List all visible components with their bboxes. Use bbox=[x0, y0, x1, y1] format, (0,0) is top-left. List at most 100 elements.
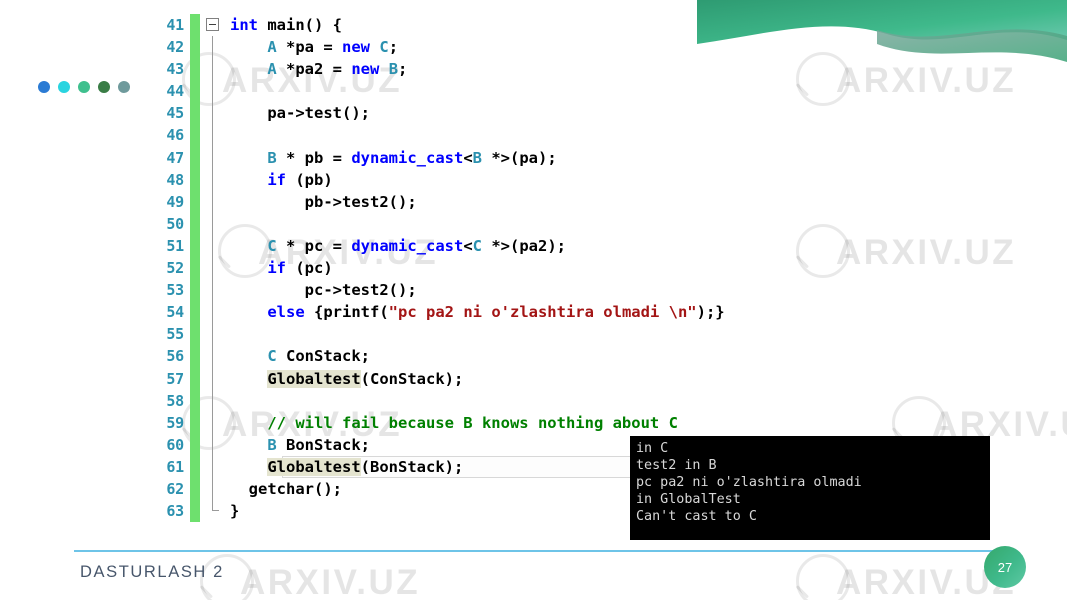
code-fold-column[interactable] bbox=[200, 124, 226, 147]
dot-cyan bbox=[58, 81, 70, 93]
line-number: 54 bbox=[166, 303, 184, 322]
change-indicator-bar bbox=[190, 500, 200, 523]
line-number: 58 bbox=[166, 391, 184, 410]
code-fold-column[interactable] bbox=[200, 36, 226, 59]
change-indicator-bar bbox=[190, 212, 200, 235]
dot-teal bbox=[78, 81, 90, 93]
code-fold-column[interactable] bbox=[200, 301, 226, 324]
code-text[interactable]: Globaltest(ConStack); bbox=[226, 368, 988, 390]
code-fold-column[interactable] bbox=[200, 257, 226, 280]
collapse-minus-icon[interactable] bbox=[206, 18, 219, 31]
change-indicator-bar bbox=[190, 124, 200, 147]
dot-blue bbox=[38, 81, 50, 93]
fold-guide-line bbox=[212, 102, 213, 125]
footer-divider bbox=[74, 550, 994, 552]
code-fold-column[interactable] bbox=[200, 80, 226, 103]
code-fold-column[interactable] bbox=[200, 323, 226, 346]
code-fold-column[interactable] bbox=[200, 455, 226, 478]
decorative-dot-row bbox=[38, 81, 130, 93]
fold-guide-line bbox=[212, 168, 213, 191]
code-line[interactable]: 51 C * pc = dynamic_cast<C *>(pa2); bbox=[148, 234, 988, 258]
code-fold-column[interactable] bbox=[200, 500, 226, 522]
code-line[interactable]: 59 // will fail because B knows nothing … bbox=[148, 411, 988, 434]
code-fold-column[interactable] bbox=[200, 168, 226, 191]
change-indicator-bar bbox=[190, 345, 200, 368]
code-text[interactable]: A *pa = new C; bbox=[226, 36, 988, 58]
code-text[interactable]: if (pc) bbox=[226, 257, 988, 279]
line-number: 45 bbox=[166, 104, 184, 123]
code-text[interactable]: int main() { bbox=[226, 14, 988, 36]
code-line[interactable]: 46 bbox=[148, 124, 988, 147]
fold-guide-line bbox=[212, 279, 213, 302]
code-text[interactable]: C * pc = dynamic_cast<C *>(pa2); bbox=[226, 235, 988, 257]
change-indicator-bar bbox=[190, 102, 200, 125]
magnifier-icon bbox=[790, 552, 852, 600]
code-fold-column[interactable] bbox=[200, 367, 226, 390]
code-line[interactable]: 54 else {printf("pc pa2 ni o'zlashtira o… bbox=[148, 301, 988, 324]
code-text[interactable]: else {printf("pc pa2 ni o'zlashtira olma… bbox=[226, 301, 988, 323]
fold-guide-line bbox=[212, 80, 213, 103]
line-number: 60 bbox=[166, 435, 184, 454]
code-line[interactable]: 50 bbox=[148, 212, 988, 235]
line-number: 51 bbox=[166, 236, 184, 255]
code-text[interactable]: pa->test(); bbox=[226, 102, 988, 124]
fold-guide-line bbox=[212, 477, 213, 501]
fold-guide-line bbox=[212, 58, 213, 81]
code-text[interactable]: if (pb) bbox=[226, 169, 988, 191]
code-fold-column[interactable] bbox=[200, 102, 226, 125]
code-fold-column[interactable] bbox=[200, 146, 226, 169]
change-indicator-bar bbox=[190, 301, 200, 324]
code-text[interactable]: pc->test2(); bbox=[226, 279, 988, 301]
line-number: 46 bbox=[166, 126, 184, 145]
code-line[interactable]: 48 if (pb) bbox=[148, 168, 988, 191]
code-line[interactable]: 44 bbox=[148, 80, 988, 103]
code-fold-column[interactable] bbox=[200, 389, 226, 412]
change-indicator-bar bbox=[190, 477, 200, 501]
console-output-line: Can't cast to C bbox=[636, 509, 757, 524]
change-indicator-bar bbox=[190, 433, 200, 456]
code-text[interactable]: // will fail because B knows nothing abo… bbox=[226, 412, 988, 434]
code-line[interactable]: 56 C ConStack; bbox=[148, 345, 988, 368]
fold-guide-line bbox=[212, 455, 213, 478]
fold-guide-line bbox=[212, 301, 213, 324]
line-number: 48 bbox=[166, 170, 184, 189]
code-fold-column[interactable] bbox=[200, 411, 226, 434]
fold-guide-line bbox=[212, 323, 213, 346]
fold-guide-line bbox=[212, 212, 213, 235]
fold-guide-line bbox=[212, 234, 213, 258]
line-number: 57 bbox=[166, 369, 184, 388]
code-line[interactable]: 45 pa->test(); bbox=[148, 102, 988, 125]
code-fold-column[interactable] bbox=[200, 190, 226, 213]
code-line[interactable]: 52 if (pc) bbox=[148, 257, 988, 280]
watermark-label: ARXIV.UZ bbox=[240, 563, 421, 600]
code-text[interactable]: A *pa2 = new B; bbox=[226, 58, 988, 80]
code-fold-column[interactable] bbox=[200, 212, 226, 235]
code-text[interactable]: C ConStack; bbox=[226, 345, 988, 367]
console-output-line: pc pa2 ni o'zlashtira olmadi bbox=[636, 475, 862, 490]
code-line[interactable]: 53 pc->test2(); bbox=[148, 279, 988, 302]
code-fold-column[interactable] bbox=[200, 58, 226, 81]
fold-guide-line bbox=[212, 36, 213, 59]
code-line[interactable]: 43 A *pa2 = new B; bbox=[148, 58, 988, 81]
code-line[interactable]: 47 B * pb = dynamic_cast<B *>(pa); bbox=[148, 146, 988, 169]
code-line[interactable]: 41 int main() { bbox=[148, 14, 988, 37]
code-fold-column[interactable] bbox=[200, 14, 226, 36]
code-fold-column[interactable] bbox=[200, 477, 226, 501]
code-line[interactable]: 58 bbox=[148, 389, 988, 412]
code-text[interactable]: pb->test2(); bbox=[226, 191, 988, 213]
code-text[interactable]: B * pb = dynamic_cast<B *>(pa); bbox=[226, 147, 988, 169]
line-number: 41 bbox=[166, 16, 184, 34]
code-fold-column[interactable] bbox=[200, 234, 226, 258]
change-indicator-bar bbox=[190, 36, 200, 59]
code-fold-column[interactable] bbox=[200, 345, 226, 368]
code-fold-column[interactable] bbox=[200, 279, 226, 302]
code-line[interactable]: 55 bbox=[148, 323, 988, 346]
code-line[interactable]: 42 A *pa = new C; bbox=[148, 36, 988, 59]
code-fold-column[interactable] bbox=[200, 433, 226, 456]
fold-guide-line bbox=[212, 367, 213, 390]
change-indicator-bar bbox=[190, 323, 200, 346]
code-line[interactable]: 57 Globaltest(ConStack); bbox=[148, 367, 988, 390]
code-line[interactable]: 49 pb->test2(); bbox=[148, 190, 988, 213]
line-number: 52 bbox=[166, 259, 184, 278]
change-indicator-bar bbox=[190, 279, 200, 302]
